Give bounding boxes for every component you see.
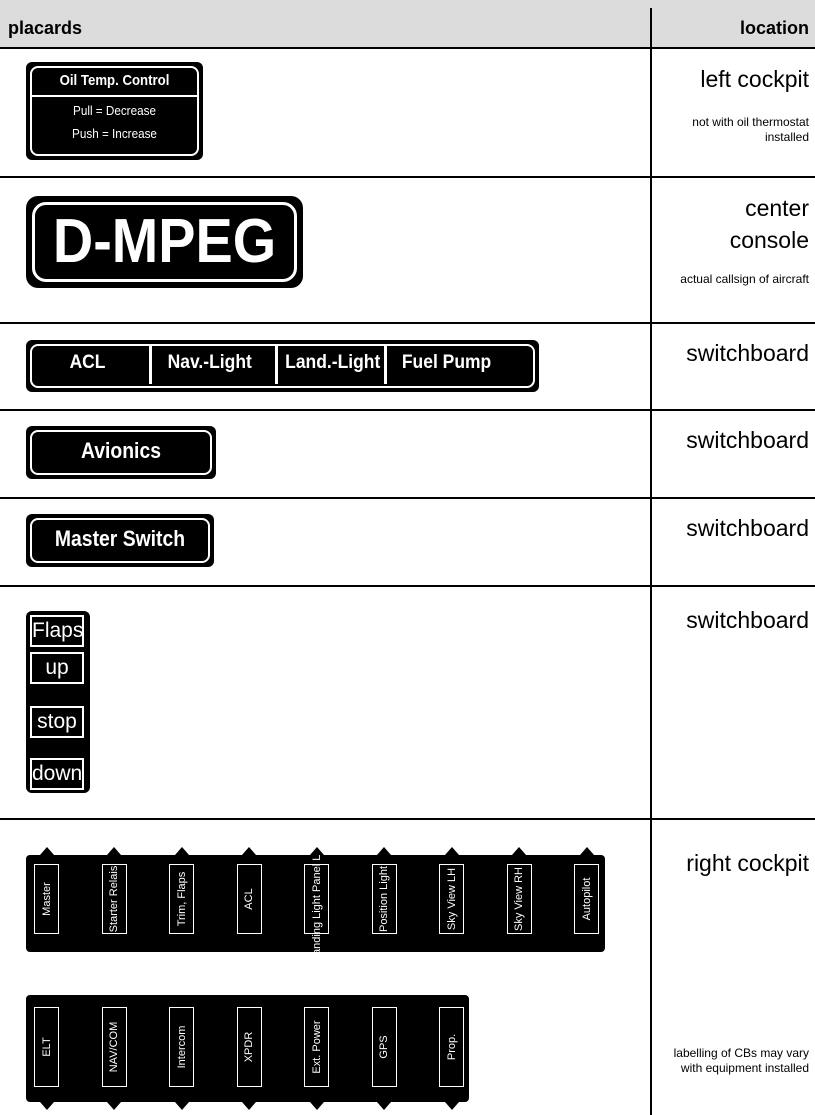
strip-label-acl: ACL xyxy=(69,352,106,373)
cb-pointer xyxy=(39,847,54,855)
header-location: location xyxy=(739,18,809,38)
strip-divider xyxy=(149,346,152,384)
cb-label: GPS xyxy=(371,1007,397,1087)
cb-pointer xyxy=(242,1102,256,1110)
placard-divider xyxy=(32,95,197,97)
row-divider xyxy=(0,818,815,820)
flaps-up-label: up xyxy=(30,652,84,684)
strip-label-nav-light: Nav.-Light xyxy=(167,352,252,373)
location-avionics: switchboard xyxy=(686,427,809,453)
header-placards: placards xyxy=(8,18,83,38)
cb-label-text: XPDR xyxy=(243,1031,255,1063)
oil-temp-placard: Oil Temp. Control Pull = Decrease Push =… xyxy=(26,62,203,160)
note-callsign: actual callsign of aircraft xyxy=(680,272,809,286)
cb-label-text: ACL xyxy=(243,888,255,910)
cb-label: Ext. Power xyxy=(304,1007,329,1087)
cb-label: Trim, Flaps xyxy=(169,864,194,934)
cb-label-text: Prop. xyxy=(445,1033,458,1061)
location-callsign-line1: center xyxy=(745,195,809,221)
table-header xyxy=(0,0,815,47)
cb-label: ELT xyxy=(34,1007,59,1087)
cb-label-text: Autopilot xyxy=(580,877,593,921)
cb-pointer xyxy=(309,1102,324,1110)
cb-label: Master xyxy=(34,864,59,934)
cb-pointer xyxy=(444,847,459,855)
avionics-label: Avionics xyxy=(81,438,161,463)
location-oil: left cockpit xyxy=(700,66,809,92)
cb-pointer xyxy=(512,847,526,855)
switch-strip-placard: ACL Nav.-Light Land.-Light Fuel Pump xyxy=(26,340,539,392)
row-divider xyxy=(0,322,815,324)
cb-pointer xyxy=(377,1102,391,1110)
cb-label: Landing Light Panel Light xyxy=(304,837,329,961)
row-divider xyxy=(0,409,815,411)
oil-placard-line1: Pull = Decrease xyxy=(73,103,156,118)
location-strip: switchboard xyxy=(686,340,809,366)
cb-pointer xyxy=(444,1102,459,1110)
flaps-down-label: down xyxy=(30,758,84,790)
cb-pointer xyxy=(107,847,121,855)
master-switch-placard: Master Switch xyxy=(26,514,214,567)
location-callsign-line2: console xyxy=(729,227,809,253)
avionics-placard: Avionics xyxy=(26,426,216,479)
cb-pointer xyxy=(579,847,594,855)
cb-label: ACL xyxy=(236,864,262,934)
cb-label-text: Sky View LH xyxy=(445,867,458,931)
master-switch-label: Master Switch xyxy=(54,526,186,551)
flaps-label: Flaps xyxy=(30,615,84,647)
cb-label-text: Ext. Power xyxy=(310,1020,323,1074)
row-divider xyxy=(0,47,815,49)
cb-label: Sky View RH xyxy=(506,864,532,934)
cb-label: NAV/COM xyxy=(101,1007,127,1087)
cb-label-text: Landing Light Panel Light xyxy=(310,836,323,962)
cb-label-text: Intercom xyxy=(175,1025,188,1069)
cb-label: Position Light xyxy=(371,864,397,934)
strip-label-fuel-pump: Fuel Pump xyxy=(401,352,492,373)
cb-label-text: ELT xyxy=(40,1037,53,1057)
strip-divider xyxy=(275,346,278,384)
cb-label-text: GPS xyxy=(378,1035,390,1059)
column-divider xyxy=(650,8,652,1115)
cb-label-text: Starter Relais xyxy=(108,865,120,933)
cb-label: Sky View LH xyxy=(439,864,464,934)
cb-pointer xyxy=(174,1102,189,1110)
note-oil: not with oil thermostat installed xyxy=(692,115,809,144)
strip-label-land-light: Land.-Light xyxy=(285,352,381,373)
cb-label-text: NAV/COM xyxy=(108,1021,120,1073)
location-flaps: switchboard xyxy=(686,607,809,633)
flaps-placard: Flaps up stop down xyxy=(26,611,90,793)
flaps-stop-label: stop xyxy=(30,706,84,738)
cb-placard-bottom: ELT NAV/COM Intercom XPDR Ext. Power GPS Prop. xyxy=(26,995,469,1110)
cb-pointer xyxy=(39,1102,54,1110)
strip-divider xyxy=(384,346,387,384)
cb-label: Starter Relais xyxy=(101,864,127,934)
row-divider xyxy=(0,497,815,499)
location-master: switchboard xyxy=(686,515,809,541)
cb-label: Autopilot xyxy=(574,864,599,934)
cb-pointer xyxy=(309,847,324,855)
callsign-placard: D-MPEG xyxy=(26,196,303,288)
cb-label: Prop. xyxy=(439,1007,464,1087)
location-cb: right cockpit xyxy=(686,850,809,876)
note-cb: labelling of CBs may vary with equipment… xyxy=(673,1046,809,1075)
cb-pointer xyxy=(174,847,189,855)
cb-label-text: Trim, Flaps xyxy=(175,871,188,927)
row-divider xyxy=(0,585,815,587)
cb-label: Intercom xyxy=(169,1007,194,1087)
oil-placard-title: Oil Temp. Control xyxy=(59,72,170,89)
cb-placard-top: Master Starter Relais Trim, Flaps ACL Landin… xyxy=(26,837,605,961)
cb-pointer xyxy=(242,847,256,855)
cb-label-text: Position Light xyxy=(378,865,390,933)
cb-label: XPDR xyxy=(236,1007,262,1087)
cb-pointer xyxy=(107,1102,121,1110)
row-divider xyxy=(0,176,815,178)
oil-placard-line2: Push = Increase xyxy=(72,126,157,141)
cb-label-text: Master xyxy=(40,882,53,916)
callsign-text: D-MPEG xyxy=(52,207,277,276)
cb-pointer xyxy=(377,847,391,855)
cb-label-text: Sky View RH xyxy=(513,867,525,931)
